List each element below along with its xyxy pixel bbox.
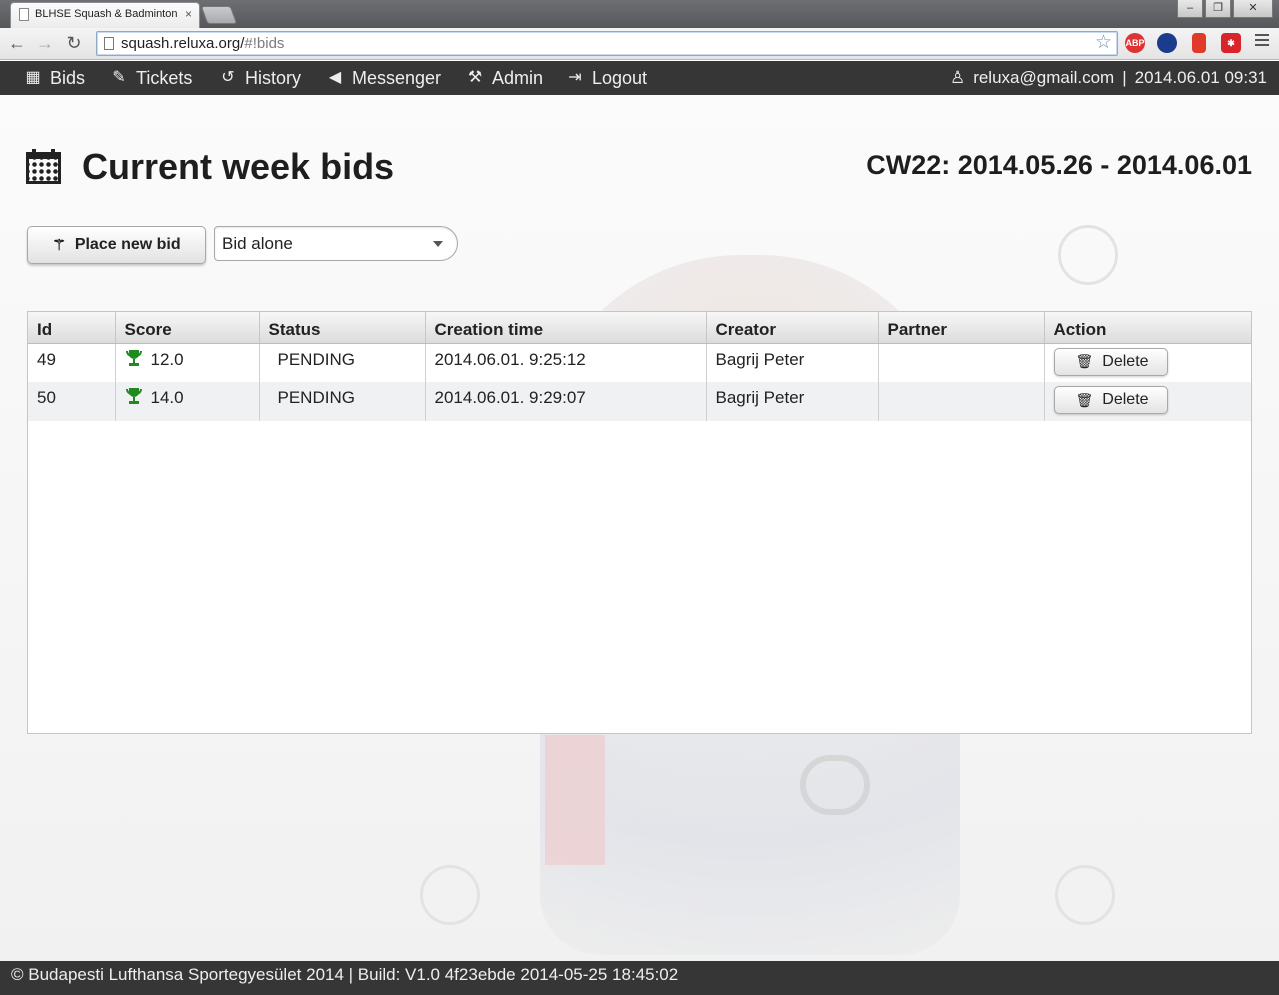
- cell-id: 49: [28, 343, 116, 382]
- nav-item-bids[interactable]: ▦ Bids: [23, 67, 85, 89]
- back-arrow-icon[interactable]: ←: [6, 32, 28, 54]
- extension-globe-icon[interactable]: [1157, 33, 1177, 53]
- place-new-bid-button[interactable]: ⚚ Place new bid: [27, 226, 206, 264]
- restore-icon[interactable]: ❐: [1205, 0, 1231, 18]
- magic-wand-icon: ⚚: [52, 237, 66, 254]
- watermark-spiral: [1058, 225, 1118, 285]
- bids-table: Id Score Status Creation time Creator Pa…: [27, 311, 1252, 734]
- page-icon: [104, 37, 114, 50]
- user-email: reluxa@gmail.com: [973, 68, 1115, 87]
- browser-tab[interactable]: BLHSE Squash & Badminton ×: [10, 2, 200, 28]
- current-datetime: 2014.06.01 09:31: [1134, 68, 1267, 87]
- browser-menu-icon[interactable]: [1255, 34, 1269, 48]
- forward-arrow-icon[interactable]: →: [34, 32, 56, 54]
- page-icon: [19, 8, 29, 21]
- new-tab-button[interactable]: [200, 6, 238, 24]
- nav-item-logout[interactable]: ⇥ Logout: [565, 67, 647, 89]
- cell-creator: Bagrij Peter: [706, 382, 879, 421]
- cell-status: PENDING: [259, 343, 426, 382]
- table-row[interactable]: 50 14.0 PENDING 2014.06.01. 9:29:07 Bagr…: [28, 382, 1251, 421]
- nav-item-label: Bids: [50, 68, 86, 88]
- bid-mode-value: Bid alone: [222, 234, 293, 253]
- calendar-icon: [26, 149, 62, 185]
- trophy-icon: [125, 349, 143, 366]
- cell-creation-time: 2014.06.01. 9:29:07: [425, 382, 707, 421]
- trash-icon: 🗑: [1075, 353, 1094, 369]
- user-info: ♙ reluxa@gmail.com | 2014.06.01 09:31: [950, 67, 1267, 89]
- chevron-down-icon: [433, 241, 443, 247]
- logout-icon: ⇥: [568, 69, 582, 86]
- reload-icon[interactable]: ↻: [63, 32, 85, 54]
- column-header-creation-time[interactable]: Creation time: [425, 312, 707, 344]
- cell-id: 50: [28, 382, 116, 421]
- cell-status: PENDING: [259, 382, 426, 421]
- column-header-action[interactable]: Action: [1044, 312, 1251, 344]
- cell-creation-time: 2014.06.01. 9:25:12: [425, 343, 707, 382]
- cell-action: 🗑 Delete: [1044, 382, 1251, 421]
- column-header-partner[interactable]: Partner: [878, 312, 1045, 344]
- table-row[interactable]: 49 12.0 PENDING 2014.06.01. 9:25:12 Bagr…: [28, 343, 1251, 382]
- history-icon: ↺: [221, 69, 235, 86]
- racket-handle: [800, 755, 870, 815]
- watermark-spiral: [1055, 865, 1115, 925]
- score-value: 14.0: [150, 388, 184, 407]
- cell-creator: Bagrij Peter: [706, 343, 879, 382]
- column-header-score[interactable]: Score: [115, 312, 260, 344]
- page-title: Current week bids: [82, 146, 395, 187]
- delete-button[interactable]: 🗑 Delete: [1053, 386, 1168, 414]
- nav-item-label: History: [245, 68, 302, 88]
- nav-item-tickets[interactable]: ✎ Tickets: [109, 67, 192, 89]
- wrench-icon: ⚒: [467, 69, 483, 86]
- address-bar[interactable]: squash.reluxa.org/#!bids ☆: [96, 31, 1118, 56]
- browser-tab-strip: BLHSE Squash & Badminton × – ❐ ✕: [0, 0, 1279, 28]
- browser-toolbar: ← → ↻ squash.reluxa.org/#!bids ☆ ABP ✱: [0, 28, 1279, 60]
- week-range: CW22: 2014.05.26 - 2014.06.01: [866, 150, 1252, 180]
- bookmark-star-icon[interactable]: ☆: [1095, 31, 1112, 54]
- user-icon: ♙: [949, 68, 966, 87]
- bid-mode-select[interactable]: Bid alone: [214, 226, 458, 261]
- cell-partner: [878, 382, 1045, 421]
- trash-icon: 🗑: [1075, 391, 1094, 408]
- cell-action: 🗑 Delete: [1044, 343, 1251, 382]
- column-header-status[interactable]: Status: [259, 312, 426, 344]
- place-new-bid-label: Place new bid: [74, 236, 181, 253]
- window-close-icon[interactable]: ✕: [1233, 0, 1273, 18]
- cell-score: 12.0: [115, 343, 260, 382]
- score-value: 12.0: [150, 349, 184, 369]
- watermark-spiral: [420, 865, 480, 925]
- column-header-creator[interactable]: Creator: [706, 312, 879, 344]
- megaphone-icon: ◀: [328, 69, 342, 86]
- ticket-icon: ✎: [112, 69, 126, 86]
- delete-label: Delete: [1102, 352, 1149, 370]
- nav-item-label: Logout: [592, 68, 648, 88]
- app-nav-bar: ▦ Bids ✎ Tickets ↺ History ◀ Messenger ⚒…: [0, 61, 1279, 95]
- cell-score: 14.0: [115, 382, 260, 421]
- nav-item-messenger[interactable]: ◀ Messenger: [325, 67, 441, 89]
- trophy-icon: [125, 388, 143, 404]
- table-header-row: Id Score Status Creation time Creator Pa…: [28, 312, 1251, 344]
- page-header: Current week bids: [26, 146, 394, 188]
- separator: |: [1122, 68, 1127, 87]
- tab-close-icon[interactable]: ×: [185, 3, 192, 25]
- tab-title: BLHSE Squash & Badminton: [35, 8, 178, 20]
- player-sleeve: [545, 735, 605, 865]
- delete-label: Delete: [1102, 391, 1149, 408]
- adblock-icon[interactable]: ABP: [1125, 33, 1145, 53]
- column-header-id[interactable]: Id: [28, 312, 116, 344]
- nav-item-label: Messenger: [352, 68, 442, 88]
- cell-partner: [878, 343, 1045, 382]
- minimize-icon[interactable]: –: [1177, 0, 1203, 18]
- footer: © Budapesti Lufthansa Sportegyesület 201…: [0, 961, 1279, 995]
- delete-button[interactable]: 🗑 Delete: [1053, 347, 1168, 376]
- nav-item-history[interactable]: ↺ History: [218, 67, 301, 89]
- nav-item-label: Tickets: [136, 68, 193, 88]
- extension-lastpass-icon[interactable]: ✱: [1221, 33, 1241, 53]
- url-host: squash.reluxa.org/: [121, 35, 245, 52]
- url-path: #!bids: [244, 35, 285, 52]
- calendar-icon: ▦: [25, 69, 41, 86]
- nav-item-admin[interactable]: ⚒ Admin: [465, 67, 543, 89]
- window-controls: – ❐ ✕: [1177, 0, 1273, 18]
- extension-bookmark-icon[interactable]: [1192, 33, 1206, 53]
- nav-item-label: Admin: [492, 68, 544, 88]
